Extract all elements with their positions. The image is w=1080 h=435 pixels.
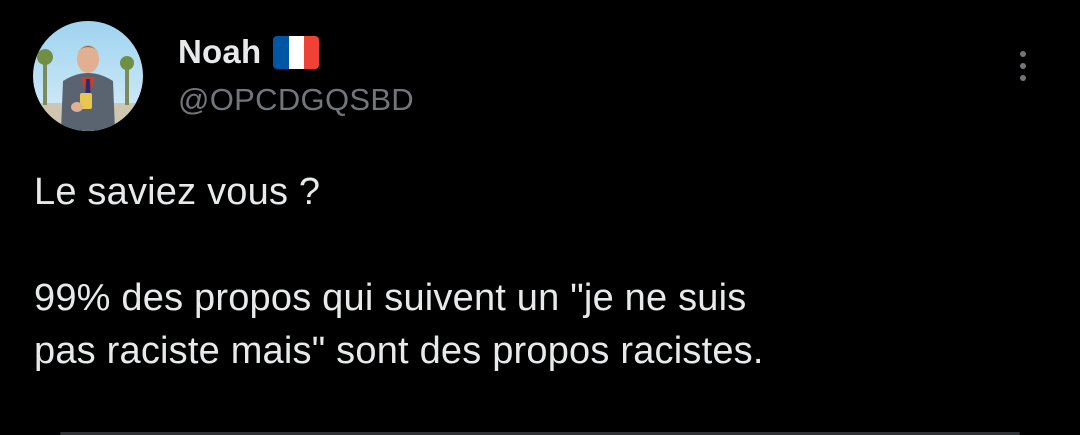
display-name[interactable]: Noah: [178, 33, 261, 71]
tweet-text: Le saviez vous ? 99% des propos qui suiv…: [34, 166, 1044, 378]
more-options-button[interactable]: [1008, 44, 1038, 88]
avatar-image: [33, 21, 143, 131]
more-vertical-icon-dot: [1020, 63, 1026, 69]
tweet-text-line: 99% des propos qui suivent un "je ne sui…: [34, 277, 747, 319]
more-vertical-icon: [1020, 51, 1026, 57]
tweet-text-line: Le saviez vous ?: [34, 171, 321, 213]
author-handle[interactable]: @OPCDGQSBD: [178, 82, 414, 118]
flag-stripe-red: [303, 36, 320, 69]
avatar[interactable]: [33, 21, 143, 131]
tweet-text-line: pas raciste mais" sont des propos racist…: [34, 330, 764, 372]
flag-stripe-blue: [273, 36, 289, 69]
flag-stripe-white: [288, 36, 304, 69]
author-name-row: Noah: [178, 30, 320, 74]
tweet-card: Noah @OPCDGQSBD Le saviez vous ? 99% des…: [0, 0, 1080, 435]
france-flag-icon: [273, 36, 320, 69]
more-vertical-icon-dot: [1020, 75, 1026, 81]
